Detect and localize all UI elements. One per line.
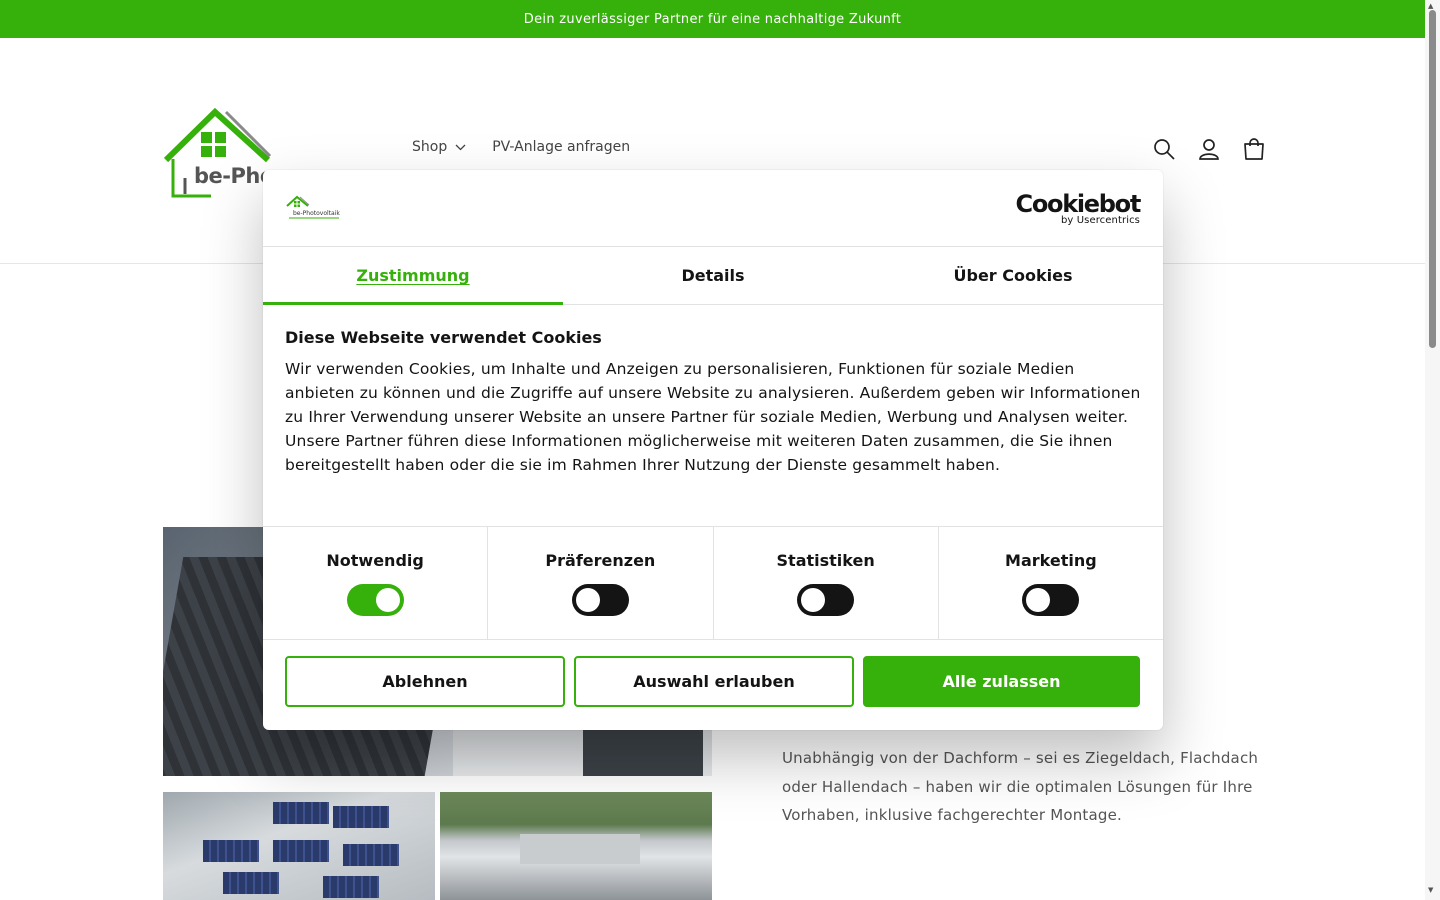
account-icon[interactable] — [1197, 137, 1221, 161]
scroll-down-arrow-icon[interactable]: ▼ — [1428, 886, 1433, 894]
nav-item-shop[interactable]: Shop — [412, 139, 466, 155]
category-notwendig: Notwendig — [263, 527, 489, 639]
tab-zustimmung[interactable]: Zustimmung — [263, 247, 563, 305]
tab-details[interactable]: Details — [563, 247, 863, 304]
chevron-down-icon — [455, 144, 466, 150]
toggle-marketing[interactable] — [1022, 584, 1080, 616]
cookiebot-name: Cookiebot — [1015, 190, 1142, 218]
dialog-heading: Diese Webseite verwendet Cookies — [285, 328, 602, 347]
toggle-notwendig[interactable] — [346, 584, 404, 616]
search-icon[interactable] — [1152, 137, 1176, 161]
scroll-up-arrow-icon[interactable]: ▲ — [1428, 2, 1433, 10]
dialog-header: be-Photovoltaik Cookiebot by Usercentric… — [263, 170, 1163, 247]
reject-button[interactable]: Ablehnen — [285, 656, 565, 707]
page-body-text: Unabhängig von der Dachform – sei es Zie… — [782, 749, 1259, 824]
toggle-statistiken[interactable] — [797, 584, 855, 616]
category-label: Statistiken — [776, 551, 875, 570]
dialog-buttons: Ablehnen Auswahl erlauben Alle zulassen — [285, 656, 1141, 707]
cart-icon[interactable] — [1242, 137, 1266, 161]
toggle-praeferenzen[interactable] — [571, 584, 629, 616]
dialog-content: Diese Webseite verwendet Cookies Wir ver… — [285, 328, 1141, 477]
cookiebot-logo[interactable]: Cookiebot by Usercentrics — [1015, 190, 1142, 227]
logo-text[interactable]: be-Pho — [194, 164, 274, 188]
category-label: Präferenzen — [545, 551, 656, 570]
cookie-consent-dialog: be-Photovoltaik Cookiebot by Usercentric… — [263, 170, 1163, 730]
category-statistiken: Statistiken — [714, 527, 939, 639]
nav-item-label: Shop — [412, 139, 448, 155]
gallery-image-hall-roof[interactable] — [440, 792, 712, 900]
allow-all-button[interactable]: Alle zulassen — [863, 656, 1140, 707]
dialog-tabs: Zustimmung Details Über Cookies — [263, 247, 1163, 305]
announcement-bar: Dein zuverlässiger Partner für eine nach… — [0, 0, 1425, 38]
category-praeferenzen: Präferenzen — [488, 527, 714, 639]
category-marketing: Marketing — [939, 527, 1163, 639]
allow-selection-button[interactable]: Auswahl erlauben — [574, 656, 854, 707]
category-label: Marketing — [1005, 551, 1097, 570]
tab-ueber-cookies[interactable]: Über Cookies — [863, 247, 1163, 304]
main-nav: Shop PV-Anlage anfragen — [412, 139, 630, 155]
dialog-body-text: Wir verwenden Cookies, um Inhalte und An… — [285, 360, 1141, 474]
category-label: Notwendig — [326, 551, 424, 570]
nav-item-pv-anlage[interactable]: PV-Anlage anfragen — [492, 139, 630, 155]
company-logo-icon: be-Photovoltaik — [286, 195, 340, 219]
company-logo-caption: be-Photovoltaik — [293, 210, 340, 217]
nav-item-label: PV-Anlage anfragen — [492, 139, 631, 155]
gallery-image-flat-roof[interactable] — [163, 792, 435, 900]
header-icons — [1152, 137, 1266, 161]
scrollbar-thumb[interactable] — [1429, 10, 1436, 348]
announcement-text: Dein zuverlässiger Partner für eine nach… — [523, 11, 902, 27]
consent-categories: Notwendig Präferenzen Statistiken Market… — [263, 526, 1163, 640]
